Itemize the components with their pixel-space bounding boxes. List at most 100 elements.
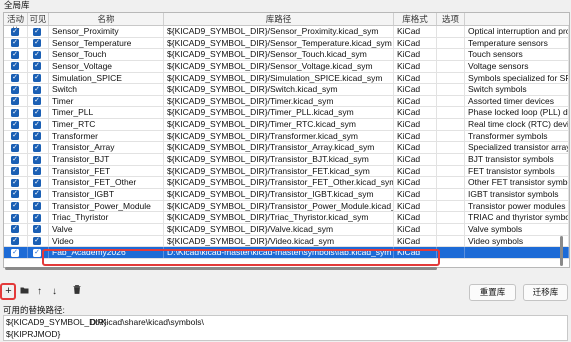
table-row[interactable]: ✓ ✓ Switch ${KICAD9_SYMBOL_DIR}/Switch.kica… xyxy=(4,84,569,96)
cell-name[interactable]: Sensor_Temperature xyxy=(49,37,164,49)
cell-options[interactable] xyxy=(437,142,465,154)
cell-options[interactable] xyxy=(437,165,465,177)
cell-format[interactable]: KiCad xyxy=(394,107,437,119)
cell-options[interactable] xyxy=(437,235,465,247)
cell-name[interactable]: Transistor_Array xyxy=(49,142,164,154)
visible-checkbox[interactable]: ✓ xyxy=(33,213,41,222)
visible-checkbox[interactable]: ✓ xyxy=(33,97,41,106)
cell-description[interactable]: Specialized transistor arrays xyxy=(465,142,569,154)
vertical-scrollbar[interactable] xyxy=(558,24,566,266)
table-row[interactable]: ✓ ✓ Timer ${KICAD9_SYMBOL_DIR}/Timer.kicad_… xyxy=(4,95,569,108)
cell-path[interactable]: ${KICAD9_SYMBOL_DIR}/Transistor_Power_Mo… xyxy=(164,200,394,212)
cell-format[interactable]: KiCad xyxy=(394,26,437,37)
cell-name[interactable]: Sensor_Voltage xyxy=(49,60,164,72)
cell-format[interactable]: KiCad xyxy=(394,49,437,61)
active-checkbox[interactable]: ✓ xyxy=(11,213,19,222)
table-row[interactable]: ✓ ✓ Transformer ${KICAD9_SYMBOL_DIR}/Transf… xyxy=(4,130,569,143)
cell-path[interactable]: ${KICAD9_SYMBOL_DIR}/Sensor_Voltage.kica… xyxy=(164,60,394,72)
header-options[interactable]: 选项 xyxy=(437,13,465,25)
visible-checkbox[interactable]: ✓ xyxy=(33,132,41,141)
active-checkbox[interactable]: ✓ xyxy=(11,74,19,83)
cell-options[interactable] xyxy=(437,247,465,259)
cell-options[interactable] xyxy=(437,212,465,224)
cell-path[interactable]: ${KICAD9_SYMBOL_DIR}/Switch.kicad_sym xyxy=(164,84,394,96)
cell-format[interactable]: KiCad xyxy=(394,223,437,235)
cell-format[interactable]: KiCad xyxy=(394,165,437,177)
table-row[interactable]: ✓ ✓ Triac_Thyristor ${KICAD9_SYMBOL_DIR}/Tr… xyxy=(4,212,569,224)
cell-options[interactable] xyxy=(437,107,465,119)
header-path[interactable]: 库路径 xyxy=(164,13,394,25)
visible-checkbox[interactable]: ✓ xyxy=(33,190,41,199)
cell-format[interactable]: KiCad xyxy=(394,72,437,84)
cell-description[interactable]: FET transistor symbols xyxy=(465,165,569,177)
cell-description[interactable]: BJT transistor symbols xyxy=(465,154,569,166)
cell-options[interactable] xyxy=(437,49,465,61)
cell-format[interactable]: KiCad xyxy=(394,188,437,200)
table-row[interactable]: ✓ ✓ Video ${KICAD9_SYMBOL_DIR}/Video.kicad_… xyxy=(4,235,569,248)
cell-description[interactable]: Temperature sensors xyxy=(465,37,569,49)
tab-global-libraries[interactable]: 全局库 xyxy=(4,0,30,11)
visible-checkbox[interactable]: ✓ xyxy=(33,248,41,257)
cell-options[interactable] xyxy=(437,84,465,96)
cell-name[interactable]: Switch xyxy=(49,84,164,96)
cell-path[interactable]: ${KICAD9_SYMBOL_DIR}/Sensor_Touch.kicad_… xyxy=(164,49,394,61)
visible-checkbox[interactable]: ✓ xyxy=(33,167,41,176)
active-checkbox[interactable]: ✓ xyxy=(11,225,19,234)
table-row[interactable]: ✓ ✓ Simulation_SPICE ${KICAD9_SYMBOL_DIR}/S… xyxy=(4,72,569,85)
cell-description[interactable]: Phase locked loop (PLL) devices xyxy=(465,107,569,119)
add-library-button[interactable]: + xyxy=(2,285,15,298)
visible-checkbox[interactable]: ✓ xyxy=(33,202,41,211)
cell-path[interactable]: ${KICAD9_SYMBOL_DIR}/Transformer.kicad_s… xyxy=(164,130,394,142)
cell-options[interactable] xyxy=(437,154,465,166)
active-checkbox[interactable]: ✓ xyxy=(11,85,19,94)
active-checkbox[interactable]: ✓ xyxy=(11,62,19,71)
header-description[interactable] xyxy=(465,13,569,25)
cell-description[interactable]: Touch sensors xyxy=(465,49,569,61)
cell-path[interactable]: ${KICAD9_SYMBOL_DIR}/Timer_PLL.kicad_sym xyxy=(164,107,394,119)
cell-format[interactable]: KiCad xyxy=(394,60,437,72)
cell-options[interactable] xyxy=(437,223,465,235)
active-checkbox[interactable]: ✓ xyxy=(11,39,19,48)
cell-name[interactable]: Timer_PLL xyxy=(49,107,164,119)
visible-checkbox[interactable]: ✓ xyxy=(33,74,41,83)
cell-format[interactable]: KiCad xyxy=(394,95,437,107)
table-row[interactable]: ✓ ✓ Sensor_Voltage ${KICAD9_SYMBOL_DIR}/Sen… xyxy=(4,60,569,73)
cell-options[interactable] xyxy=(437,200,465,212)
cell-description[interactable]: Valve symbols xyxy=(465,223,569,235)
cell-path[interactable]: ${KICAD9_SYMBOL_DIR}/Timer_RTC.kicad_sym xyxy=(164,119,394,131)
cell-name[interactable]: Transistor_Power_Module xyxy=(49,200,164,212)
active-checkbox[interactable]: ✓ xyxy=(11,178,19,187)
cell-format[interactable]: KiCad xyxy=(394,177,437,189)
visible-checkbox[interactable]: ✓ xyxy=(33,62,41,71)
cell-options[interactable] xyxy=(437,37,465,49)
active-checkbox[interactable]: ✓ xyxy=(11,237,19,246)
delete-library-button[interactable] xyxy=(70,285,83,298)
cell-description[interactable] xyxy=(465,247,569,259)
active-checkbox[interactable]: ✓ xyxy=(11,202,19,211)
cell-name[interactable]: Sensor_Touch xyxy=(49,49,164,61)
active-checkbox[interactable]: ✓ xyxy=(11,50,19,59)
visible-checkbox[interactable]: ✓ xyxy=(33,120,41,129)
cell-description[interactable]: Real time clock (RTC) devices xyxy=(465,119,569,131)
active-checkbox[interactable]: ✓ xyxy=(11,97,19,106)
visible-checkbox[interactable]: ✓ xyxy=(33,225,41,234)
active-checkbox[interactable]: ✓ xyxy=(11,120,19,129)
table-row[interactable]: ✓ ✓ Timer_PLL ${KICAD9_SYMBOL_DIR}/Timer_PL… xyxy=(4,107,569,120)
cell-path[interactable]: ${KICAD9_SYMBOL_DIR}/Valve.kicad_sym xyxy=(164,223,394,235)
cell-name[interactable]: Triac_Thyristor xyxy=(49,212,164,224)
visible-checkbox[interactable]: ✓ xyxy=(33,155,41,164)
cell-description[interactable]: Optical interruption and proximity xyxy=(465,26,569,37)
cell-name[interactable]: Simulation_SPICE xyxy=(49,72,164,84)
cell-format[interactable]: KiCad xyxy=(394,84,437,96)
visible-checkbox[interactable]: ✓ xyxy=(33,143,41,152)
cell-format[interactable]: KiCad xyxy=(394,142,437,154)
cell-options[interactable] xyxy=(437,130,465,142)
active-checkbox[interactable]: ✓ xyxy=(11,155,19,164)
cell-path[interactable]: ${KICAD9_SYMBOL_DIR}/Sensor_Temperature.… xyxy=(164,37,394,49)
cell-description[interactable]: Assorted timer devices xyxy=(465,95,569,107)
table-row[interactable]: ✓ ✓ Transistor_FET_Other ${KICAD9_SYMBOL_DI… xyxy=(4,177,569,189)
table-row[interactable]: ✓ ✓ Transistor_Power_Module ${KICAD9_SYMBOL… xyxy=(4,200,569,213)
cell-description[interactable]: Other FET transistor symbols xyxy=(465,177,569,189)
header-visible[interactable]: 可见 xyxy=(28,13,49,25)
cell-name[interactable]: Transformer xyxy=(49,130,164,142)
